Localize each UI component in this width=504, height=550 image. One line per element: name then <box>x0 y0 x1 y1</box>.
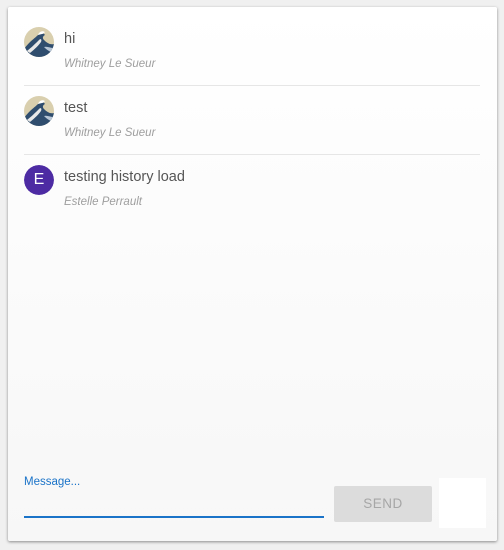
user-avatar <box>24 96 54 126</box>
message-text: testing history load <box>64 169 185 185</box>
message-input-label: Message... <box>24 476 81 488</box>
send-button[interactable]: SEND <box>334 486 432 522</box>
message-text: hi <box>64 31 76 47</box>
message-author: Whitney Le Sueur <box>64 58 156 70</box>
message-author: Whitney Le Sueur <box>64 127 156 139</box>
user-avatar <box>24 27 54 57</box>
input-underline <box>24 516 324 518</box>
message-item: E testing history load Estelle Perrault <box>24 165 480 234</box>
message-text: test <box>64 100 88 116</box>
message-input[interactable] <box>24 492 324 516</box>
chat-panel: hi Whitney Le Sueur test Whitney Le Sueu… <box>8 7 497 541</box>
message-input-container: Message... <box>24 476 324 518</box>
avatar-initial: E <box>24 165 54 195</box>
wave-painting-avatar-icon <box>24 27 54 57</box>
user-avatar: E <box>24 165 54 195</box>
message-divider <box>24 85 480 86</box>
message-author: Estelle Perrault <box>64 196 142 208</box>
message-divider <box>24 154 480 155</box>
attachment-area[interactable] <box>439 478 486 528</box>
wave-painting-avatar-icon <box>24 96 54 126</box>
